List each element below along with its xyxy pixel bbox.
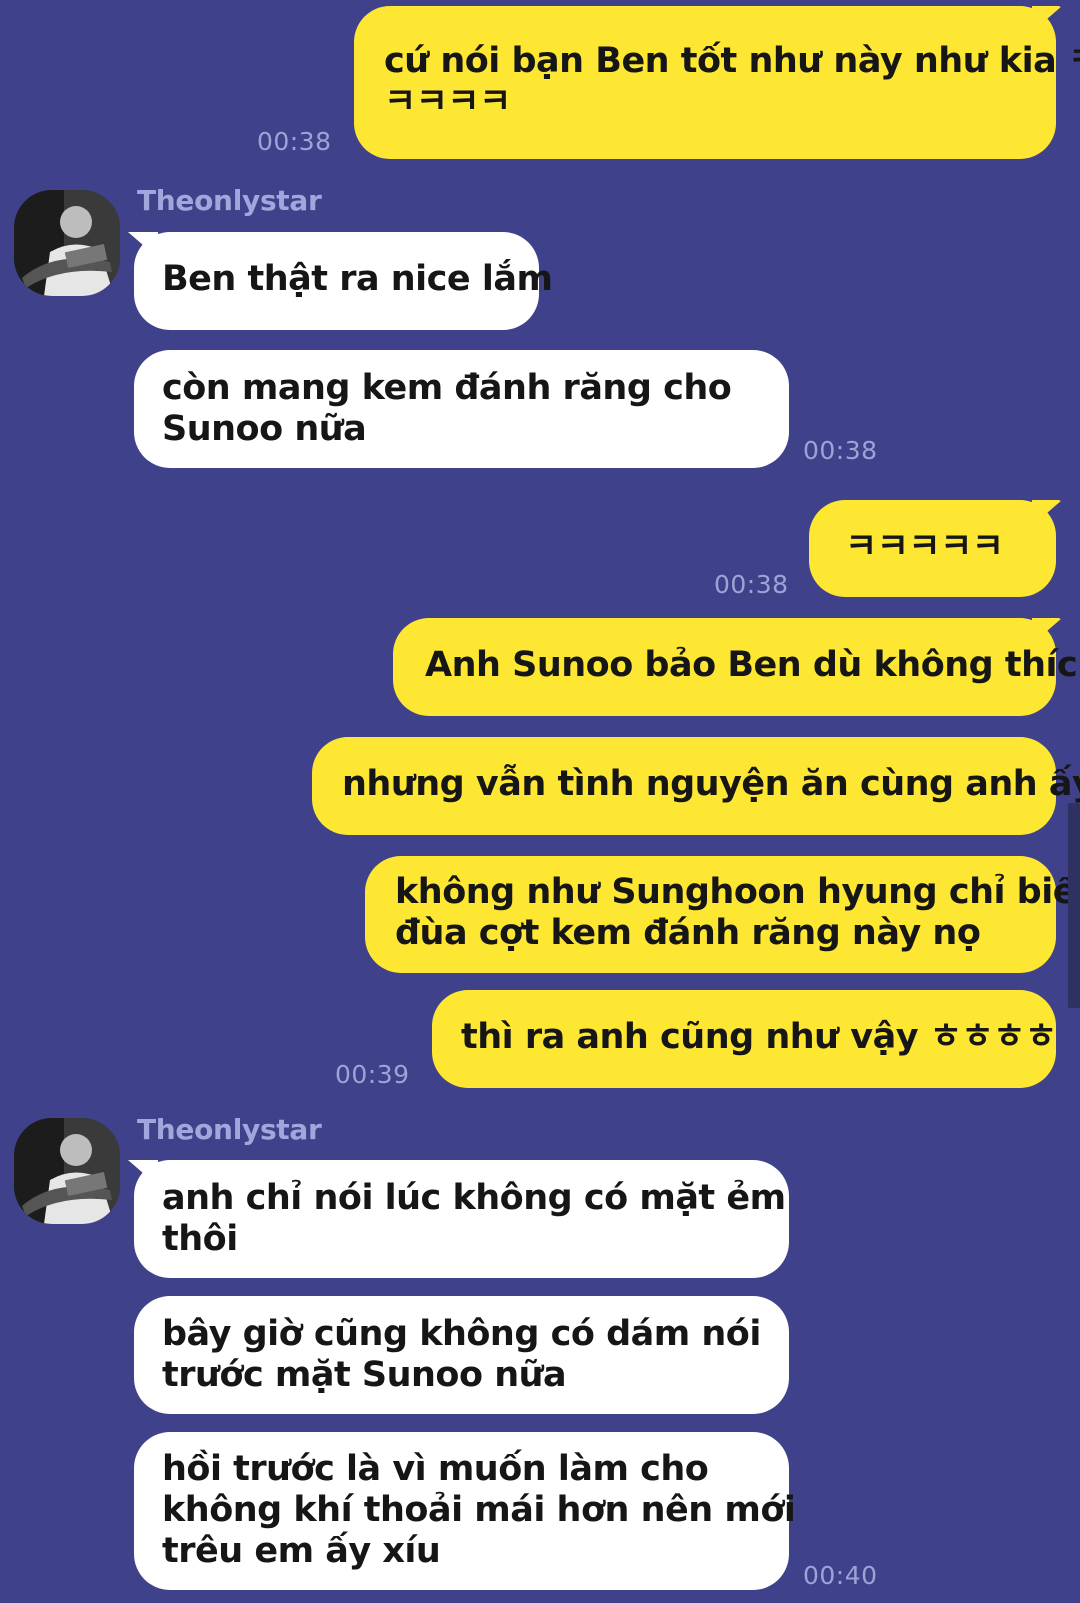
message-text-line: ㅋㅋㅋㅋ [384, 82, 511, 122]
message-text-line: không khí thoải mái hơn nên mới [162, 1490, 796, 1530]
message-text-line: nhưng vẫn tình nguyện ăn cùng anh ấy [342, 764, 1080, 804]
message-text-line: trêu em ấy xíu [162, 1531, 441, 1571]
message-bubble-outgoing[interactable]: nhưng vẫn tình nguyện ăn cùng anh ấy [312, 737, 1080, 835]
sender-name: Theonlystar [137, 1113, 322, 1146]
message-text-line: cứ nói bạn Ben tốt như này như kia ㅋ [384, 41, 1080, 81]
scrollbar-thumb[interactable] [1068, 803, 1080, 1008]
message-text-line: ㅋㅋㅋㅋㅋ [845, 527, 1004, 567]
message-timestamp: 00:38 [803, 436, 878, 465]
message-bubble-incoming[interactable]: Ben thật ra nice lắm [134, 232, 553, 330]
message-bubble-incoming[interactable]: hồi trước là vì muốn làm cho không khí t… [134, 1432, 796, 1590]
contact-avatar[interactable] [14, 1118, 120, 1224]
sender-name: Theonlystar [137, 184, 322, 217]
message-text-line: còn mang kem đánh răng cho [162, 368, 732, 408]
message-text-line: thôi [162, 1219, 238, 1259]
message-bubble-outgoing[interactable]: Anh Sunoo bảo Ben dù không thích [393, 618, 1080, 716]
message-bubble-incoming[interactable]: bây giờ cũng không có dám nói trước mặt … [134, 1296, 789, 1414]
contact-avatar[interactable] [14, 190, 120, 296]
message-bubble-outgoing[interactable]: ㅋㅋㅋㅋㅋ [809, 500, 1056, 597]
message-timestamp: 00:38 [257, 127, 332, 156]
message-bubble-incoming[interactable]: còn mang kem đánh răng cho Sunoo nữa [134, 350, 789, 468]
message-timestamp: 00:38 [714, 570, 789, 599]
message-text-line: anh chỉ nói lúc không có mặt ẻm [162, 1178, 786, 1218]
message-text-line: đùa cợt kem đánh răng này nọ [395, 913, 981, 953]
message-text-line: bây giờ cũng không có dám nói [162, 1314, 761, 1354]
avatar-photo-icon [14, 190, 120, 296]
message-text-line: Sunoo nữa [162, 409, 367, 449]
avatar-photo-icon [14, 1118, 120, 1224]
message-bubble-outgoing[interactable]: cứ nói bạn Ben tốt như này như kia ㅋ ㅋㅋㅋ… [354, 6, 1080, 159]
message-text-line: Anh Sunoo bảo Ben dù không thích [425, 645, 1080, 685]
message-text-line: hồi trước là vì muốn làm cho [162, 1449, 709, 1489]
message-timestamp: 00:40 [803, 1561, 878, 1590]
message-timestamp: 00:39 [335, 1060, 410, 1089]
message-bubble-outgoing[interactable]: không như Sunghoon hyung chỉ biết đùa cợ… [365, 856, 1080, 973]
message-text-line: trước mặt Sunoo nữa [162, 1355, 567, 1395]
message-bubble-incoming[interactable]: anh chỉ nói lúc không có mặt ẻm thôi [134, 1160, 789, 1278]
message-text-line: không như Sunghoon hyung chỉ biết [395, 872, 1080, 912]
message-text-line: Ben thật ra nice lắm [162, 259, 553, 299]
message-bubble-outgoing[interactable]: thì ra anh cũng như vậy ㅎㅎㅎㅎ [432, 990, 1057, 1088]
message-text-line: thì ra anh cũng như vậy ㅎㅎㅎㅎ [461, 1017, 1057, 1057]
